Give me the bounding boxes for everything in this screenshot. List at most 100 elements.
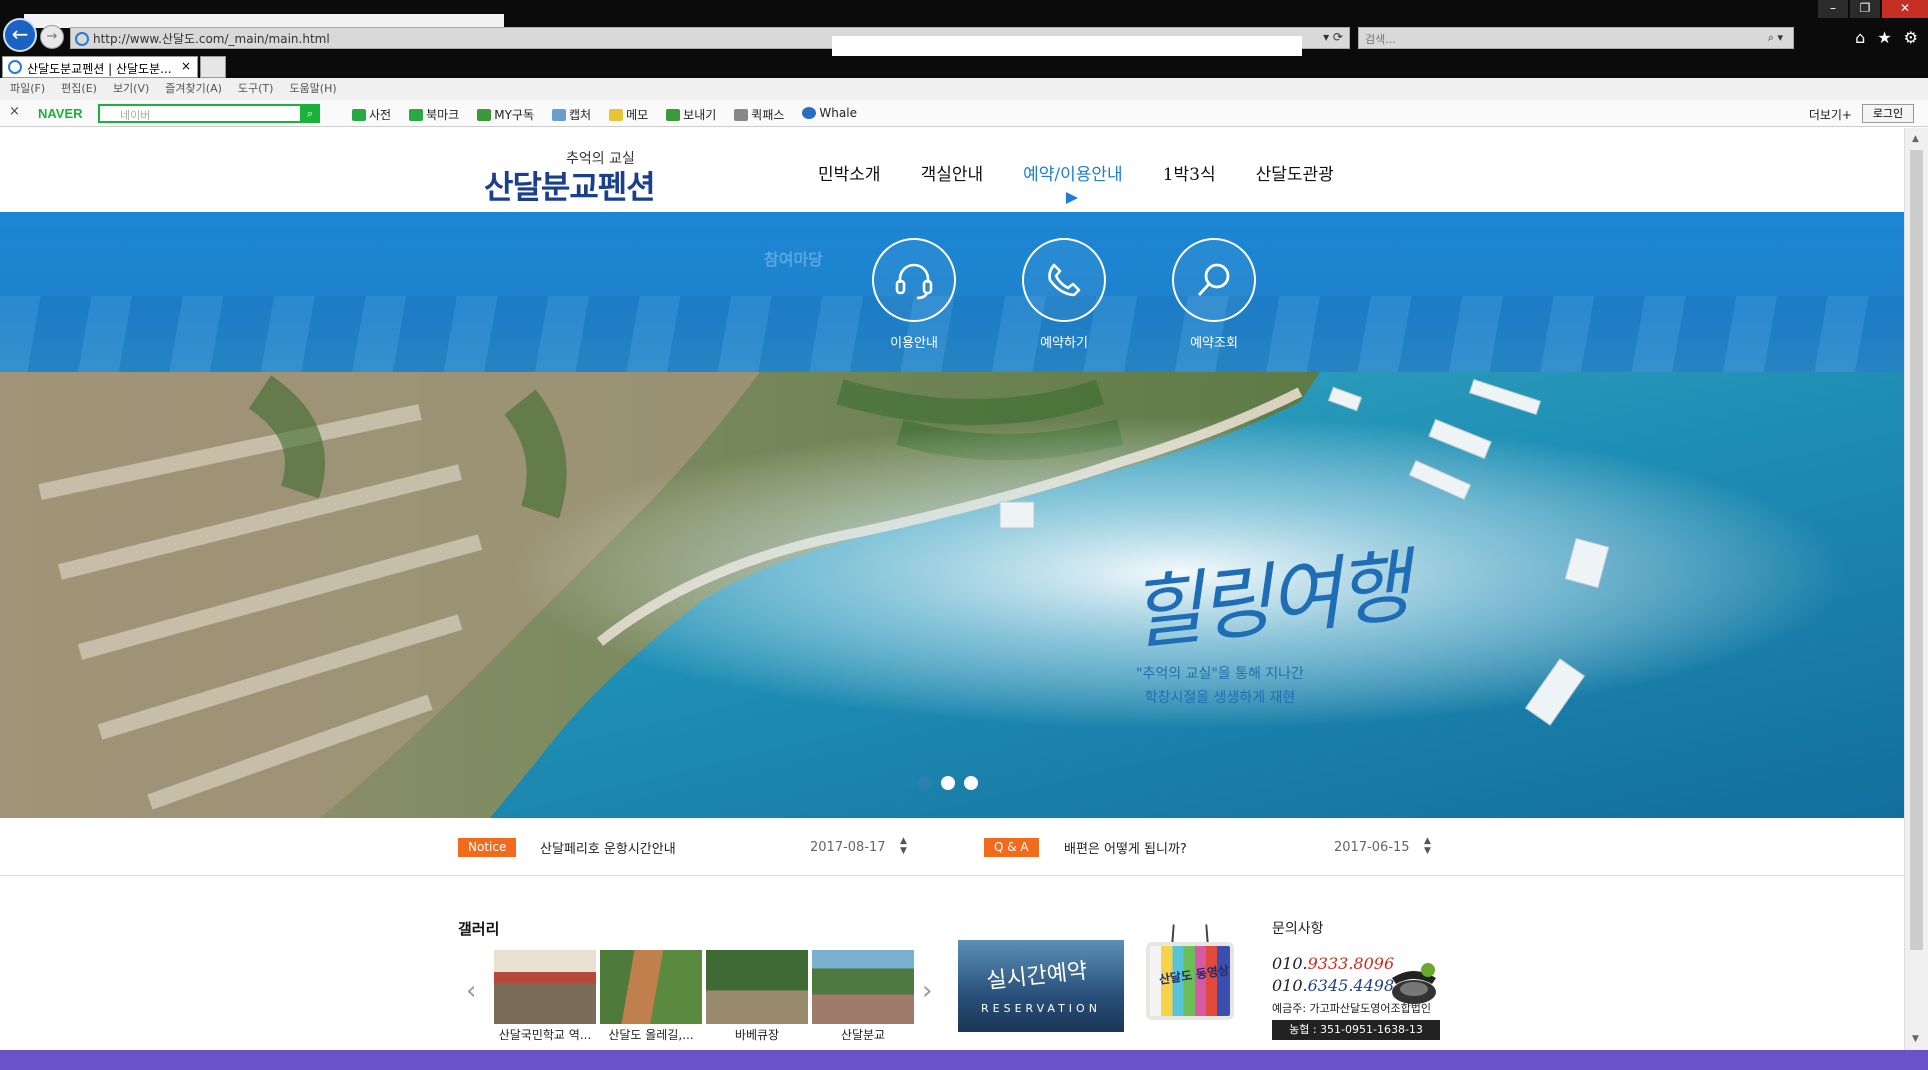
toolbar-bookmark[interactable]: 북마크	[409, 106, 459, 123]
gallery-caption: 산달국민학교 역...	[498, 1028, 592, 1042]
naver-search-placeholder: 네이버	[120, 109, 151, 122]
qna-badge[interactable]: Q & A	[984, 838, 1039, 857]
toolbar-my-subscribe[interactable]: MY구독	[477, 106, 534, 123]
minimize-button[interactable]: –	[1818, 0, 1848, 18]
gallery-image	[706, 950, 808, 1024]
home-icon[interactable]: ⌂	[1855, 28, 1865, 47]
toolbar-whale-label: Whale	[819, 106, 857, 120]
browser-tab[interactable]: 산달도분교펜션 | 산달도분... ×	[2, 56, 198, 78]
notice-bar: Notice 산달페리호 운항시간안내 2017-08-17 ▲ ▼ Q & A …	[0, 818, 1904, 876]
toolbar-send-label: 보내기	[683, 108, 717, 122]
menu-help[interactable]: 도움말(H)	[289, 78, 336, 100]
submenu-guide[interactable]: 이용안내	[864, 238, 964, 351]
menu-view[interactable]: 보기(V)	[113, 78, 149, 100]
video-banner-label: 산달도 동영상	[1158, 963, 1230, 987]
gallery-caption: 산달분교	[840, 1028, 886, 1042]
menu-bar: 파일(F) 편집(E) 보기(V) 즐겨찾기(A) 도구(T) 도움말(H)	[0, 78, 1928, 100]
page-region	[832, 36, 1302, 56]
toolbar-send[interactable]: 보내기	[666, 106, 716, 123]
menu-tools[interactable]: 도구(T)	[238, 78, 274, 100]
close-window-button[interactable]: ✕	[1882, 0, 1928, 18]
contact-phone-2: 010.6345.4498	[1272, 976, 1394, 995]
naver-search-button[interactable]: ⌕	[300, 104, 320, 123]
site-logo[interactable]: 산달분교펜션	[484, 162, 656, 208]
browser-search-input[interactable]: 검색... ⌕ ▾	[1358, 27, 1794, 49]
search-icon[interactable]: ⌕ ▾	[1768, 31, 1783, 45]
account-holder: 예금주: 가고파산달도영어조합법인	[1272, 1002, 1432, 1015]
toolbar-capture-label: 캡처	[568, 108, 592, 122]
menu-file[interactable]: 파일(F)	[10, 78, 45, 100]
notice-date: 2017-08-17	[810, 840, 886, 855]
toolbar-quickpass[interactable]: 퀵패스	[734, 106, 784, 123]
qna-link[interactable]: 배편은 어떻게 됩니까?	[1064, 838, 1187, 857]
slider-dot-1[interactable]	[918, 776, 932, 790]
qna-scroll-arrows-icon[interactable]: ▲ ▼	[1424, 836, 1431, 856]
slider-dot-3[interactable]	[964, 776, 978, 790]
site-header: 추억의 교실 산달분교펜션 민박소개 객실안내 예약/이용안내 1박3식 산달도…	[0, 128, 1904, 212]
browser-search-placeholder: 검색...	[1365, 33, 1396, 46]
reservation-banner-subtitle: RESERVATION	[981, 1002, 1101, 1015]
submenu-guide-label: 이용안내	[890, 336, 938, 351]
menu-edit[interactable]: 편집(E)	[61, 78, 97, 100]
phone-2-number: 6345.4498	[1307, 976, 1395, 995]
slider-dot-2[interactable]	[941, 776, 955, 790]
tab-close-icon[interactable]: ×	[181, 59, 191, 73]
gallery-next-icon[interactable]: ›	[922, 976, 932, 1006]
refresh-icon[interactable]: ▾ ⟳	[1323, 30, 1343, 44]
contact-phone-1: 010.9333.8096	[1272, 954, 1394, 973]
gallery-item[interactable]: 산달도 올레길,...	[600, 950, 702, 1043]
reservation-banner[interactable]: 실시간예약 RESERVATION	[958, 940, 1124, 1032]
nav-reservation[interactable]: 예약/이용안내	[1023, 160, 1123, 185]
headset-icon	[872, 238, 956, 322]
video-banner[interactable]: 산달도 동영상	[1142, 924, 1238, 1032]
scroll-up-icon[interactable]: ▲	[1912, 134, 1919, 144]
restore-button[interactable]: ❐	[1850, 0, 1880, 18]
toolbar-whale[interactable]: Whale	[802, 106, 857, 123]
gallery-caption: 바베큐장	[734, 1028, 780, 1042]
toolbar-dictionary[interactable]: 사전	[352, 106, 391, 123]
notice-scroll-arrows-icon[interactable]: ▲ ▼	[900, 836, 907, 856]
hero-subtitle: "추억의 교실"을 통해 지나간 학창시절을 생생하게 재현	[1090, 662, 1350, 710]
hero-slider[interactable]: 힐링여행 "추억의 교실"을 통해 지나간 학창시절을 생생하게 재현	[0, 372, 1904, 818]
notice-badge[interactable]: Notice	[458, 838, 517, 857]
gallery-thumbs: 산달국민학교 역... 산달도 올레길,... 바베큐장 산달분교	[494, 950, 914, 1043]
toolbar-close-icon[interactable]: ×	[9, 104, 20, 119]
gallery-item[interactable]: 산달분교	[812, 950, 914, 1043]
active-nav-arrow-icon	[1066, 192, 1078, 204]
gallery-item[interactable]: 산달국민학교 역...	[494, 950, 596, 1043]
contact-title: 문의사항	[1272, 921, 1324, 937]
favorites-star-icon[interactable]: ★	[1877, 28, 1891, 47]
nav-meals[interactable]: 1박3식	[1163, 160, 1216, 185]
submenu-reserve[interactable]: 예약하기	[1014, 238, 1114, 351]
naver-toolbar: × NAVER 네이버 ⌕ 사전 북마크 MY구독 캡처 메모 보내기 퀵패스 …	[0, 100, 1928, 127]
submenu-lookup[interactable]: 예약조회	[1164, 238, 1264, 351]
nav-intro[interactable]: 민박소개	[818, 160, 881, 185]
settings-gear-icon[interactable]: ⚙	[1904, 28, 1918, 47]
scroll-down-icon[interactable]: ▼	[1912, 1034, 1919, 1044]
new-tab-button[interactable]	[200, 56, 226, 78]
toolbar-memo[interactable]: 메모	[609, 106, 648, 123]
toolbar-capture[interactable]: 캡처	[551, 106, 592, 123]
naver-search-input[interactable]: 네이버 ⌕	[98, 104, 320, 123]
back-button[interactable]: ←	[3, 18, 37, 52]
forward-button[interactable]: →	[40, 25, 64, 49]
gallery-item[interactable]: 바베큐장	[706, 950, 808, 1043]
notice-link[interactable]: 산달페리호 운항시간안내	[540, 838, 676, 857]
menu-favorites[interactable]: 즐겨찾기(A)	[165, 78, 222, 100]
gallery-prev-icon[interactable]: ‹	[466, 976, 476, 1006]
toolbar-dictionary-label: 사전	[369, 108, 392, 122]
gallery-image	[494, 950, 596, 1024]
nav-tourism[interactable]: 산달도관광	[1256, 160, 1334, 185]
main-nav: 민박소개 객실안내 예약/이용안내 1박3식 산달도관광	[818, 160, 1374, 185]
nav-rooms[interactable]: 객실안내	[921, 160, 984, 185]
phone-1-number: 9333.8096	[1307, 954, 1395, 973]
ie-icon	[75, 32, 89, 46]
toolbar-login-button[interactable]: 로그인	[1862, 104, 1914, 123]
page-scrollbar[interactable]: ▲ ▼	[1904, 128, 1928, 1050]
taskbar-strip	[0, 1050, 1928, 1070]
toolbar-bookmark-label: 북마크	[426, 108, 460, 122]
submenu-reserve-label: 예약하기	[1040, 336, 1088, 351]
title-area	[24, 14, 504, 28]
toolbar-more-button[interactable]: 더보기+	[1809, 106, 1852, 123]
scrollbar-thumb[interactable]	[1910, 150, 1923, 950]
